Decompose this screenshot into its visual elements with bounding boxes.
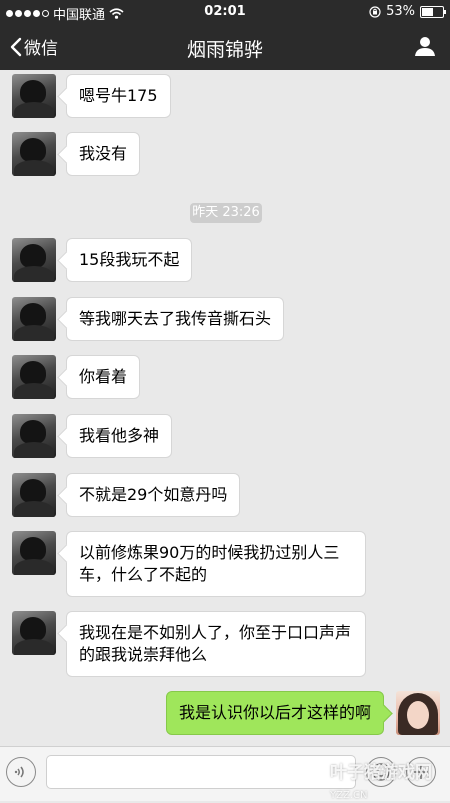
message-row: 我现在是不如别人了，你至于口口声声的跟我说崇拜他么 (0, 611, 450, 681)
message-bubble[interactable]: 我看他多神 (66, 414, 173, 458)
emoji-button[interactable] (366, 757, 396, 787)
battery-percent: 53% (386, 4, 415, 19)
message-row: 我看他多神 (0, 414, 450, 462)
message-input[interactable] (46, 755, 356, 789)
chat-area[interactable]: 嗯号牛175 我没有 昨天 23:26 15段我玩不起 等我哪天去了我传音撕石头… (0, 70, 450, 746)
message-row: 嗯号牛175 (0, 74, 450, 122)
contact-avatar[interactable] (12, 355, 56, 399)
message-bubble-outgoing[interactable]: 我是认识你以后才这样的啊 (165, 691, 384, 735)
message-bubble[interactable]: 你看着 (66, 355, 141, 399)
message-bubble[interactable]: 不就是29个如意丹吗 (66, 473, 241, 517)
contact-avatar[interactable] (12, 414, 56, 458)
more-button[interactable] (406, 757, 436, 787)
voice-button[interactable] (6, 757, 36, 787)
plus-icon (414, 765, 428, 779)
voice-icon (14, 766, 24, 778)
message-row: 以前修炼果90万的时候我扔过别人三车，什么了不起的 (0, 531, 450, 601)
message-row: 我没有 (0, 132, 450, 180)
input-bar (0, 746, 450, 801)
contact-avatar[interactable] (12, 74, 56, 118)
person-icon (415, 37, 435, 56)
contact-avatar[interactable] (12, 238, 56, 282)
message-bubble[interactable]: 我现在是不如别人了，你至于口口声声的跟我说崇拜他么 (66, 611, 366, 677)
chat-title: 烟雨锦骅 (186, 39, 263, 61)
contact-avatar[interactable] (12, 473, 56, 517)
message-bubble[interactable]: 15段我玩不起 (66, 238, 193, 282)
message-row: 你看着 (0, 355, 450, 403)
message-row-outgoing: 我是认识你以后才这样的啊 (0, 691, 450, 739)
contact-avatar[interactable] (12, 132, 56, 176)
contact-avatar[interactable] (12, 297, 56, 341)
message-row: 不就是29个如意丹吗 (0, 473, 450, 521)
message-row: 15段我玩不起 (0, 238, 450, 286)
emoji-icon (372, 763, 390, 781)
message-bubble[interactable]: 以前修炼果90万的时候我扔过别人三车，什么了不起的 (66, 531, 366, 597)
profile-button[interactable] (414, 35, 436, 61)
timestamp-label: 昨天 23:26 (190, 203, 262, 223)
message-bubble[interactable]: 等我哪天去了我传音撕石头 (66, 297, 285, 341)
contact-avatar[interactable] (12, 611, 56, 655)
my-avatar[interactable] (396, 691, 440, 735)
message-bubble[interactable]: 我没有 (66, 132, 141, 176)
message-bubble[interactable]: 嗯号牛175 (66, 74, 171, 118)
status-right: 53% (369, 4, 446, 19)
battery-icon (420, 5, 446, 18)
status-bar: 中国联通 02:01 53% (0, 0, 450, 24)
contact-avatar[interactable] (12, 531, 56, 575)
nav-bar: 微信 烟雨锦骅 (0, 24, 450, 70)
message-row: 等我哪天去了我传音撕石头 (0, 297, 450, 345)
orientation-lock-icon (369, 5, 381, 18)
